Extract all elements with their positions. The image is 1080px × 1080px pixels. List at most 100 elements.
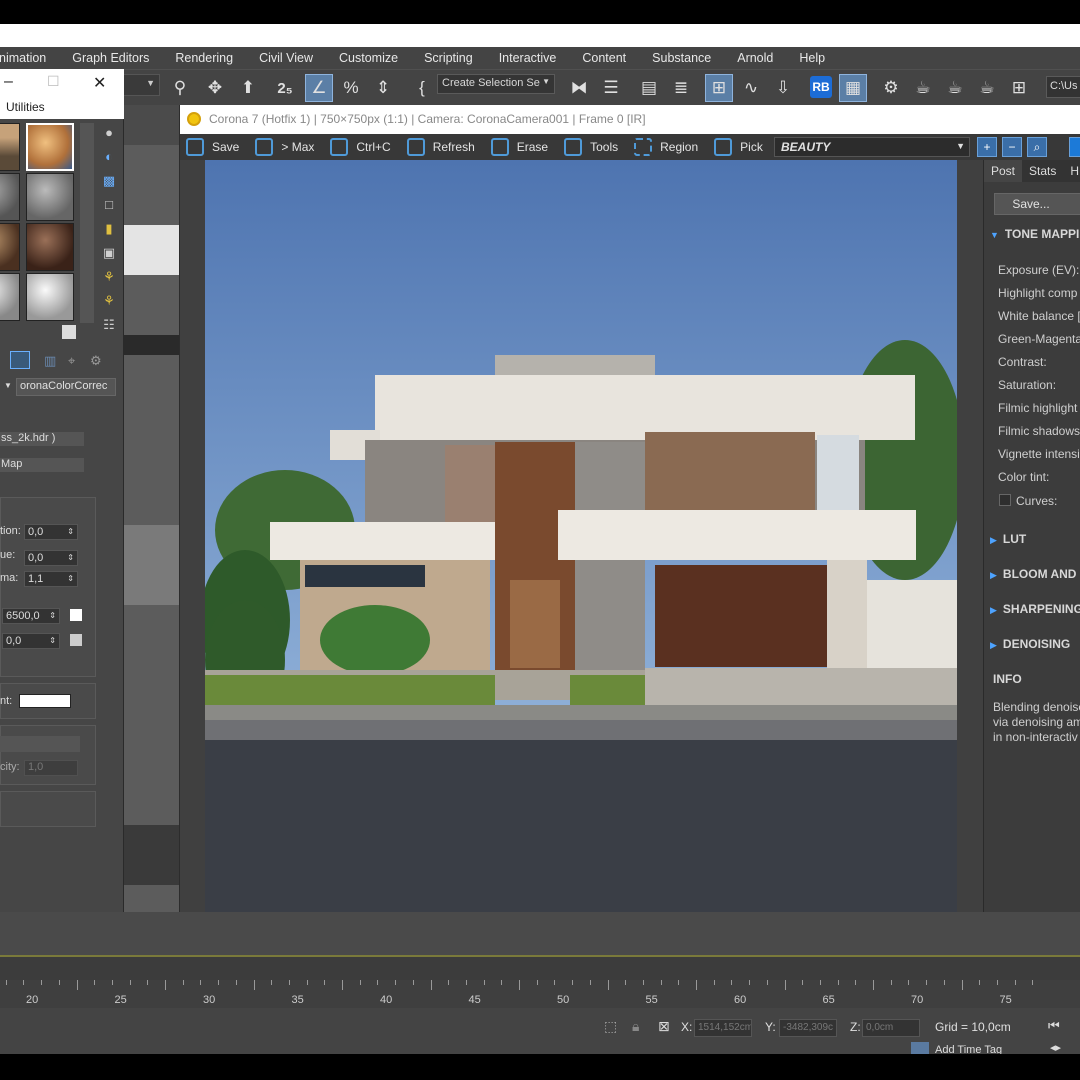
z-coord-field[interactable]: 0,0cm	[862, 1019, 920, 1037]
section-tone-mapping[interactable]: ▼ TONE MAPPIN	[990, 227, 1080, 241]
param-spinner-1[interactable]: 0,0 ⇕	[24, 524, 78, 540]
menu-item-substance[interactable]: Substance	[652, 51, 711, 65]
sample-slot-6[interactable]	[26, 223, 74, 271]
align-icon[interactable]: ☰	[597, 74, 625, 102]
project-path-field[interactable]: C:\Us	[1046, 76, 1080, 98]
selection-lock-icon[interactable]: ⬚	[604, 1018, 617, 1035]
menu-item-nimation[interactable]: nimation	[0, 51, 46, 65]
vfb-region-button[interactable]: Region	[628, 138, 698, 156]
tab-post[interactable]: Post	[984, 160, 1023, 182]
mirror-icon[interactable]: ⧓	[565, 74, 593, 102]
selection-set-input[interactable]: Create Selection Se ▼	[437, 74, 555, 94]
color-swatch-gray[interactable]	[70, 634, 82, 646]
vfb-copy-button[interactable]: Ctrl+C	[324, 138, 391, 156]
render-active-icon[interactable]: ☕	[973, 74, 1001, 102]
material-editor-icon[interactable]: ▦	[839, 74, 867, 102]
navigator-icon[interactable]: ☷	[100, 317, 118, 335]
select-by-material-icon[interactable]: ⚘	[100, 293, 118, 311]
temperature-spinner[interactable]: 6500,0 ⇕	[2, 608, 60, 624]
show-end-icon[interactable]: ▥	[44, 353, 56, 369]
tint-spinner[interactable]: 0,0 ⇕	[2, 633, 60, 649]
grid-layout-icon[interactable]: ⊞	[1005, 74, 1033, 102]
minimize-button[interactable]: –	[4, 73, 13, 91]
render-element-dropdown[interactable]: BEAUTY ▼	[774, 137, 970, 157]
sample-slot-8[interactable]	[26, 273, 74, 321]
curves-checkbox[interactable]	[999, 494, 1011, 506]
vfb-pick-button[interactable]: Pick	[708, 138, 763, 156]
sample-slot-3[interactable]	[0, 173, 20, 221]
hdr-file-button[interactable]: ss_2k.hdr )	[0, 432, 84, 446]
absolute-mode-icon[interactable]: ⊠	[658, 1018, 670, 1035]
layer-icon[interactable]: ≣	[667, 74, 695, 102]
section-lut[interactable]: ▶ LUT	[990, 532, 1026, 546]
key-mode-icon[interactable]: ◂▸	[1050, 1041, 1061, 1054]
vfb-erase-button[interactable]: Erase	[485, 138, 548, 156]
param-spinner-3[interactable]: 1,1 ⇕	[24, 571, 78, 587]
menu-item-scripting[interactable]: Scripting	[424, 51, 473, 65]
upload-icon[interactable]: ⬆	[234, 74, 262, 102]
render-setup-icon[interactable]: ⚙	[877, 74, 905, 102]
tint-color-swatch[interactable]	[19, 694, 71, 708]
opacity-map-slot[interactable]	[0, 736, 80, 752]
sample-slot-1[interactable]	[0, 123, 20, 171]
preview-icon[interactable]: ▣	[100, 245, 118, 263]
curve-editor-icon[interactable]: ∿	[737, 74, 765, 102]
background-icon[interactable]: ▩	[100, 173, 118, 191]
sample-type-icon[interactable]: ●	[100, 125, 118, 143]
map-type-button[interactable]: Map	[0, 458, 84, 472]
move-icon[interactable]: ✥	[201, 74, 229, 102]
options-icon[interactable]: ⚘	[100, 269, 118, 287]
param-spinner-2[interactable]: 0,0 ⇕	[24, 550, 78, 566]
go-sibling-icon[interactable]: ⚙	[90, 353, 102, 369]
sample-slot-2[interactable]	[26, 123, 74, 171]
go-parent-icon[interactable]: ⌖	[68, 353, 75, 369]
sample-slot-4[interactable]	[26, 173, 74, 221]
tab-history[interactable]: H	[1063, 160, 1080, 182]
menu-item-content[interactable]: Content	[582, 51, 626, 65]
render-production-icon[interactable]: ☕	[941, 74, 969, 102]
sample-slot-7[interactable]	[0, 273, 20, 321]
menu-item-help[interactable]: Help	[799, 51, 825, 65]
y-coord-field[interactable]: -3482,309c	[779, 1019, 837, 1037]
backlight-icon[interactable]: ◐	[100, 149, 118, 167]
close-button[interactable]: ✕	[93, 73, 106, 93]
color-swatch-white[interactable]	[70, 609, 82, 621]
sample-slot-5[interactable]	[0, 223, 20, 271]
section-sharpening[interactable]: ▶ SHARPENING/	[990, 602, 1080, 616]
menu-item-graph-editors[interactable]: Graph Editors	[72, 51, 149, 65]
go-to-start-icon[interactable]: ⏮	[1048, 1018, 1060, 1034]
menu-item-civil-view[interactable]: Civil View	[259, 51, 313, 65]
section-denoising[interactable]: ▶ DENOISING	[990, 637, 1070, 651]
snap-2-5-icon[interactable]: 2₅	[271, 74, 299, 102]
maximize-button[interactable]: ☐	[47, 73, 60, 90]
opacity-spinner[interactable]: 1,0	[24, 760, 78, 776]
timeline-track[interactable]	[0, 912, 1080, 957]
post-save-button[interactable]: Save...	[994, 193, 1080, 215]
vfb-refresh-button[interactable]: Refresh	[401, 138, 475, 156]
vfb-max-button[interactable]: > Max	[249, 138, 314, 156]
video-color-icon[interactable]: ▮	[100, 221, 118, 239]
angle-snap-icon[interactable]: ∠	[305, 74, 333, 102]
lock-icon[interactable]: 🔒︎	[632, 1018, 639, 1035]
vfb-save-button[interactable]: Save	[180, 138, 239, 156]
uv-tiling-icon[interactable]: □	[100, 197, 118, 215]
slots-scrollbar[interactable]	[80, 123, 94, 323]
menu-item-interactive[interactable]: Interactive	[499, 51, 557, 65]
zoom-out-icon[interactable]: −	[1002, 137, 1022, 157]
zoom-fit-icon[interactable]: ⌕	[1027, 137, 1047, 157]
panel-toggle-icon[interactable]	[1069, 137, 1080, 157]
tab-stats[interactable]: Stats	[1022, 160, 1063, 182]
select-link-icon[interactable]: ⚲	[166, 74, 194, 102]
spinner-snap-icon[interactable]: ⇕	[369, 74, 397, 102]
menu-item-arnold[interactable]: Arnold	[737, 51, 773, 65]
vfb-tools-button[interactable]: Tools	[558, 138, 618, 156]
zoom-in-icon[interactable]: +	[977, 137, 997, 157]
timeline-bar[interactable]	[0, 957, 1080, 980]
ribbon-icon[interactable]: ⊞	[705, 74, 733, 102]
schematic-icon[interactable]: ⇩	[769, 74, 797, 102]
menu-utilities[interactable]: Utilities	[0, 97, 124, 119]
scene-explorer-icon[interactable]: ▤	[635, 74, 663, 102]
x-coord-field[interactable]: 1514,152cm	[694, 1019, 752, 1037]
menu-item-rendering[interactable]: Rendering	[175, 51, 233, 65]
named-selection-icon[interactable]: {	[408, 74, 436, 102]
